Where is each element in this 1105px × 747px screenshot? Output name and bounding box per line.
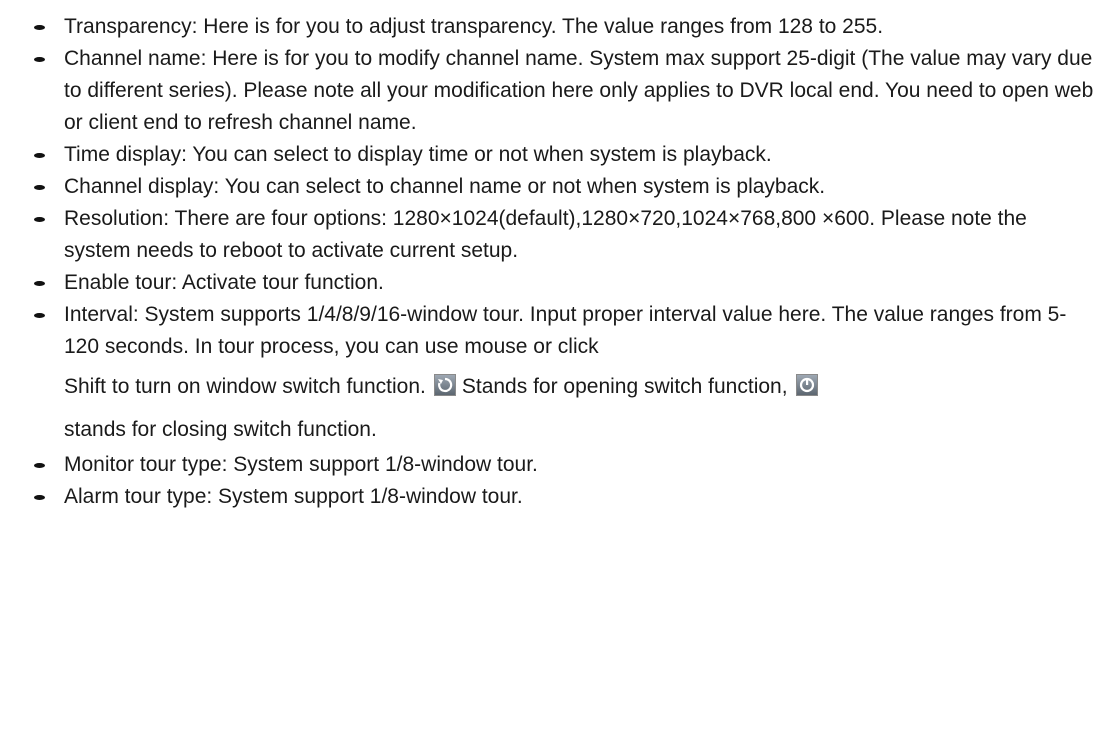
switch-open-icon xyxy=(433,374,456,396)
item-text: Shift to turn on window switch function. xyxy=(64,375,426,398)
list-item-interval: Interval: System supports 1/4/8/9/16-win… xyxy=(0,299,1105,449)
item-text: Monitor tour type: System support 1/8-wi… xyxy=(64,453,538,476)
item-text: Stands for opening switch function, xyxy=(461,375,788,398)
item-text: Time display: You can select to display … xyxy=(64,143,772,166)
list-item-time-display: Time display: You can select to display … xyxy=(0,139,1105,171)
item-text: Channel name: Here is for you to modify … xyxy=(64,47,1094,134)
item-text: Resolution: There are four options: 1280… xyxy=(64,207,1027,262)
setting-descriptions-list: Transparency: Here is for you to adjust … xyxy=(0,11,1105,513)
item-text: Transparency: Here is for you to adjust … xyxy=(64,15,884,38)
list-item-resolution: Resolution: There are four options: 1280… xyxy=(0,203,1105,267)
list-item-alarm-tour-type: Alarm tour type: System support 1/8-wind… xyxy=(0,481,1105,513)
bullet xyxy=(34,57,45,62)
bullet xyxy=(34,217,45,222)
item-text: Alarm tour type: System support 1/8-wind… xyxy=(64,485,523,508)
item-text: stands for closing switch function. xyxy=(64,418,377,441)
bullet xyxy=(34,313,45,318)
list-item-enable-tour: Enable tour: Activate tour function. xyxy=(0,267,1105,299)
list-item-channel-display: Channel display: You can select to chann… xyxy=(0,171,1105,203)
item-text: Interval: System supports 1/4/8/9/16-win… xyxy=(64,303,827,326)
bullet xyxy=(34,463,45,468)
list-item-channel-name: Channel name: Here is for you to modify … xyxy=(0,43,1105,139)
bullet xyxy=(34,153,45,158)
list-item-monitor-tour-type: Monitor tour type: System support 1/8-wi… xyxy=(0,449,1105,481)
bullet xyxy=(34,185,45,190)
bullet xyxy=(34,25,45,30)
list-item-transparency: Transparency: Here is for you to adjust … xyxy=(0,11,1105,43)
bullet xyxy=(34,281,45,286)
item-text: Enable tour: Activate tour function. xyxy=(64,271,384,294)
switch-close-icon xyxy=(795,374,818,396)
item-text-with-icons: Shift to turn on window switch function.… xyxy=(64,363,1097,411)
document-page: Transparency: Here is for you to adjust … xyxy=(0,0,1105,747)
item-text: Channel display: You can select to chann… xyxy=(64,175,826,198)
bullet xyxy=(34,495,45,500)
